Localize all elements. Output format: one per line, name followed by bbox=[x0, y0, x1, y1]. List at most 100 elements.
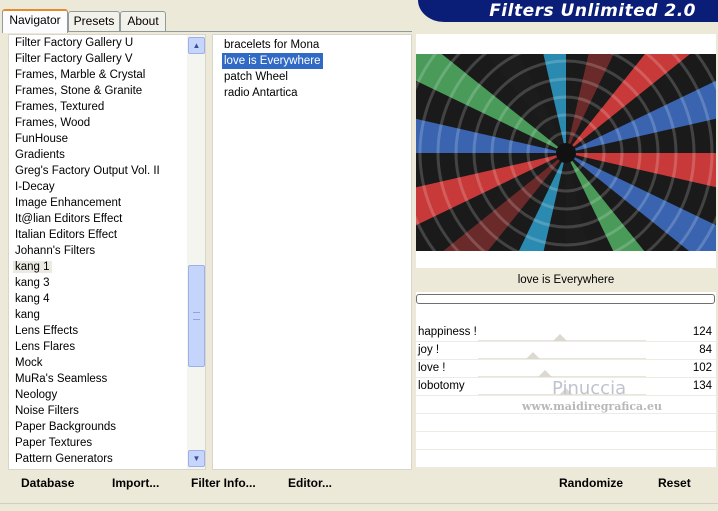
slider-track[interactable] bbox=[478, 376, 646, 377]
tab-navigator[interactable]: Navigator bbox=[2, 9, 68, 33]
category-item[interactable]: Neology bbox=[9, 387, 185, 403]
category-item[interactable]: Italian Editors Effect bbox=[9, 227, 185, 243]
scroll-thumb[interactable] bbox=[188, 265, 205, 367]
editor-button[interactable]: Editor... bbox=[288, 476, 332, 490]
reset-button[interactable]: Reset bbox=[658, 476, 691, 490]
category-item-label: Gradients bbox=[15, 149, 65, 161]
filter-item[interactable]: bracelets for Mona bbox=[213, 37, 411, 53]
category-item-label: It@lian Editors Effect bbox=[15, 213, 123, 225]
category-item-label: kang 3 bbox=[15, 277, 50, 289]
category-item-label: Johann's Filters bbox=[15, 245, 96, 257]
category-item[interactable]: Frames, Marble & Crystal bbox=[9, 67, 185, 83]
category-item-label: Filter Factory Gallery V bbox=[15, 53, 133, 65]
parameter-name: joy ! bbox=[418, 344, 440, 356]
category-item-label: Filter Factory Gallery U bbox=[15, 37, 134, 49]
scroll-up-button[interactable]: ▲ bbox=[188, 37, 205, 54]
filter-info-button[interactable]: Filter Info... bbox=[191, 476, 256, 490]
parameter-row-empty bbox=[416, 414, 716, 432]
category-item[interactable]: Paper Textures bbox=[9, 435, 185, 451]
category-item-label: FunHouse bbox=[15, 133, 69, 145]
category-item-label: kang bbox=[15, 309, 40, 321]
category-item-label: Noise Filters bbox=[15, 405, 79, 417]
slider-track[interactable] bbox=[478, 358, 646, 359]
filter-item-label: radio Antartica bbox=[224, 87, 298, 99]
category-item[interactable]: kang 3 bbox=[9, 275, 185, 291]
category-item-label: Frames, Marble & Crystal bbox=[15, 69, 146, 81]
category-item-label: Lens Effects bbox=[15, 325, 79, 337]
category-item[interactable]: It@lian Editors Effect bbox=[9, 211, 185, 227]
category-item-label: Greg's Factory Output Vol. II bbox=[15, 165, 160, 177]
tab-about[interactable]: About bbox=[120, 11, 166, 31]
category-item[interactable]: FunHouse bbox=[9, 131, 185, 147]
category-item-label: Image Enhancement bbox=[15, 197, 122, 209]
filter-item[interactable]: radio Antartica bbox=[213, 85, 411, 101]
parameter-value: 124 bbox=[692, 326, 712, 338]
tab-presets[interactable]: Presets bbox=[68, 11, 120, 31]
category-item-label: Frames, Wood bbox=[15, 117, 91, 129]
category-item-label: Frames, Textured bbox=[15, 101, 105, 113]
filter-item-label: bracelets for Mona bbox=[224, 39, 320, 51]
category-item-label: Italian Editors Effect bbox=[15, 229, 118, 241]
database-button[interactable]: Database bbox=[21, 476, 74, 490]
watermark-name: Pinuccia bbox=[552, 378, 627, 399]
parameter-name: love ! bbox=[418, 362, 446, 374]
category-item-label: I-Decay bbox=[15, 181, 55, 193]
parameter-value: 102 bbox=[692, 362, 712, 374]
slider-thumb[interactable] bbox=[526, 352, 541, 359]
parameter-row-empty bbox=[416, 432, 716, 450]
title-banner: Filters Unlimited 2.0 bbox=[418, 0, 718, 22]
filter-item-label: patch Wheel bbox=[224, 71, 288, 83]
preview-image bbox=[416, 54, 716, 251]
category-item-label: MuRa's Seamless bbox=[15, 373, 108, 385]
randomize-button[interactable]: Randomize bbox=[559, 476, 623, 490]
category-list[interactable]: Filter Factory Gallery U Filter Factory G… bbox=[8, 34, 206, 470]
parameter-row[interactable]: happiness ! 124 bbox=[416, 324, 716, 342]
category-item[interactable]: Pattern Generators bbox=[9, 451, 185, 467]
watermark-site: www.maidiregrafica.eu bbox=[522, 400, 663, 413]
category-item[interactable]: Frames, Wood bbox=[9, 115, 185, 131]
category-item[interactable]: kang 4 bbox=[9, 291, 185, 307]
category-item[interactable]: Johann's Filters bbox=[9, 243, 185, 259]
category-item[interactable]: Gradients bbox=[9, 147, 185, 163]
category-item[interactable]: kang bbox=[9, 307, 185, 323]
filter-list[interactable]: bracelets for Mona love is Everywhere patc… bbox=[212, 34, 412, 470]
category-scrollbar[interactable]: ▲ ▼ bbox=[187, 35, 205, 469]
category-item[interactable]: Mock bbox=[9, 355, 185, 371]
category-items: Filter Factory Gallery U Filter Factory G… bbox=[9, 35, 185, 469]
parameter-row[interactable]: love ! 102 bbox=[416, 360, 716, 378]
category-item[interactable]: Paper Backgrounds bbox=[9, 419, 185, 435]
category-item[interactable]: Noise Filters bbox=[9, 403, 185, 419]
scroll-down-button[interactable]: ▼ bbox=[188, 450, 205, 467]
category-item-label: Mock bbox=[15, 357, 43, 369]
filter-item[interactable]: love is Everywhere bbox=[213, 53, 411, 69]
app-title: Filters Unlimited 2.0 bbox=[489, 1, 696, 21]
category-item-label: Pattern Generators bbox=[15, 453, 113, 465]
category-item-label: kang 1 bbox=[13, 261, 52, 273]
category-item-label: Frames, Stone & Granite bbox=[15, 85, 143, 97]
progress-bar bbox=[416, 294, 715, 304]
category-item[interactable]: kang 1 bbox=[9, 259, 185, 275]
category-item[interactable]: Filter Factory Gallery V bbox=[9, 51, 185, 67]
category-item[interactable]: Lens Effects bbox=[9, 323, 185, 339]
slider-thumb[interactable] bbox=[538, 370, 553, 377]
category-item-label: Neology bbox=[15, 389, 58, 401]
category-item[interactable]: Filter Factory Gallery U bbox=[9, 35, 185, 51]
filter-item-label: love is Everywhere bbox=[222, 53, 323, 69]
category-item[interactable]: Greg's Factory Output Vol. II bbox=[9, 163, 185, 179]
category-item[interactable]: Frames, Stone & Granite bbox=[9, 83, 185, 99]
parameter-value: 134 bbox=[692, 380, 712, 392]
category-item[interactable]: I-Decay bbox=[9, 179, 185, 195]
category-item[interactable]: Lens Flares bbox=[9, 339, 185, 355]
import-button[interactable]: Import... bbox=[112, 476, 159, 490]
category-item[interactable]: MuRa's Seamless bbox=[9, 371, 185, 387]
category-item[interactable]: Frames, Textured bbox=[9, 99, 185, 115]
button-bar: Database Import... Filter Info... Editor… bbox=[0, 470, 718, 500]
bottom-divider bbox=[0, 503, 718, 504]
parameter-name: happiness ! bbox=[418, 326, 477, 338]
parameter-row[interactable]: joy ! 84 bbox=[416, 342, 716, 360]
slider-thumb[interactable] bbox=[552, 334, 567, 341]
category-item[interactable]: Image Enhancement bbox=[9, 195, 185, 211]
filter-name-label: love is Everywhere bbox=[416, 268, 716, 292]
category-item-label: Lens Flares bbox=[15, 341, 76, 353]
filter-item[interactable]: patch Wheel bbox=[213, 69, 411, 85]
